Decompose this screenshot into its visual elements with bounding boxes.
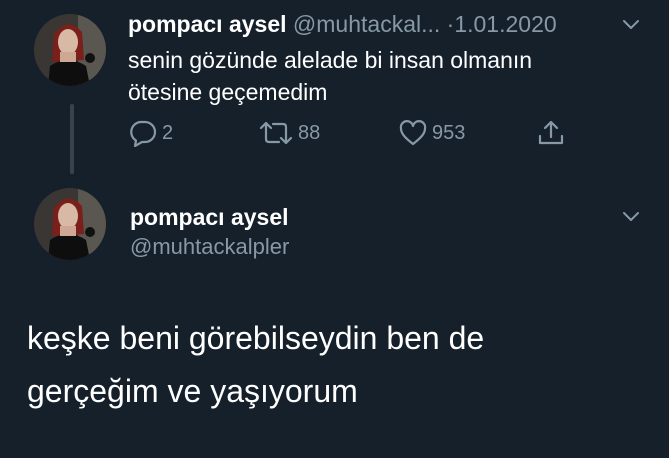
- chevron-down-icon[interactable]: [620, 206, 642, 228]
- avatar-image: [34, 14, 106, 86]
- tweet-thread: pompacı aysel @muhtackal... ·1.01.2020 s…: [0, 0, 669, 458]
- tweet-text-line: senin gözünde alelade bi insan olmanın: [128, 47, 533, 73]
- reply-icon: [130, 120, 157, 147]
- avatar[interactable]: [34, 188, 106, 260]
- display-name[interactable]: pompacı aysel: [130, 201, 289, 233]
- avatar[interactable]: [34, 14, 106, 86]
- reply-button[interactable]: 2: [128, 116, 173, 150]
- tweet-actions: 2 88 953: [128, 116, 588, 150]
- like-button[interactable]: 953: [398, 116, 465, 150]
- tweet-text-line: gerçeğim ve yaşıyorum: [27, 373, 358, 409]
- tweet-text-line: keşke beni görebilseydin ben de: [27, 320, 485, 356]
- tweet-text: keşke beni görebilseydin ben de gerçeğim…: [27, 312, 647, 418]
- share-icon: [538, 120, 564, 145]
- user-handle[interactable]: @muhtackalpler: [130, 232, 289, 262]
- thread-connector-line: [70, 104, 74, 174]
- avatar-image: [34, 188, 106, 260]
- tweet-date[interactable]: 1.01.2020: [454, 11, 556, 37]
- tweet-header: pompacı aysel @muhtackal... ·1.01.2020: [128, 8, 618, 40]
- like-count: 953: [432, 121, 466, 144]
- tweet-text: senin gözünde alelade bi insan olmanın ö…: [128, 44, 628, 108]
- heart-icon: [399, 120, 427, 146]
- retweet-icon: [259, 121, 293, 145]
- display-name[interactable]: pompacı aysel: [128, 11, 287, 37]
- chevron-down-icon[interactable]: [620, 14, 642, 36]
- retweet-button[interactable]: 88: [258, 116, 320, 150]
- reply-count: 2: [162, 121, 174, 144]
- retweet-count: 88: [298, 121, 321, 144]
- share-button[interactable]: [536, 116, 570, 150]
- user-handle[interactable]: @muhtackal...: [293, 11, 440, 37]
- tweet-text-line: ötesine geçemedim: [128, 79, 328, 105]
